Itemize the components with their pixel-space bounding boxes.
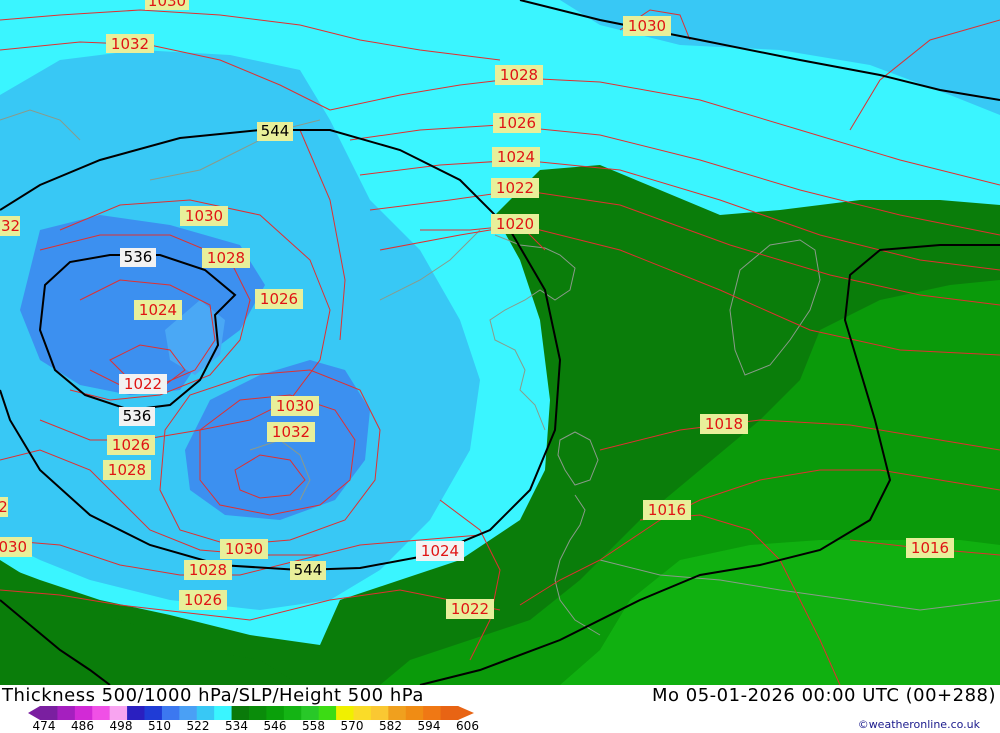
legend-tick-label: 510 [148, 719, 171, 733]
legend-tick-label: 522 [186, 719, 210, 733]
legend-swatch [109, 706, 128, 720]
slp-label: 1030 [0, 538, 27, 556]
legend-swatch [318, 706, 337, 720]
slp-label: 1028 [207, 249, 245, 267]
slp-label: 1026 [260, 290, 298, 308]
height-label: 536 [123, 407, 152, 425]
slp-label: 1030 [148, 0, 186, 10]
map-title-bar: Thickness 500/1000 hPa/SLP/Height 500 hP… [0, 685, 1000, 707]
color-legend: 474 486 498 510 522 534 546 558 570 582 594 606 ©we… [0, 705, 1000, 733]
legend-right-arrow [458, 706, 474, 720]
legend-swatch [370, 706, 389, 720]
legend-swatch [266, 706, 285, 720]
slp-label: 1032 [111, 35, 149, 53]
height-label: 544 [261, 122, 290, 140]
legend-swatch [57, 706, 76, 720]
slp-label: 1030 [185, 207, 223, 225]
height-label: 544 [294, 561, 323, 579]
slp-label: 1030 [628, 17, 666, 35]
slp-label: 1026 [498, 114, 536, 132]
legend-swatch [127, 706, 145, 720]
slp-label: 1022 [124, 375, 162, 393]
slp-label: 1026 [112, 436, 150, 454]
product-title: Thickness 500/1000 hPa/SLP/Height 500 hP… [2, 685, 424, 706]
valid-time: Mo 05-01-2026 00:00 UTC (00+288) [652, 685, 996, 706]
legend-tick-label: 558 [302, 719, 325, 733]
legend-tick-label: 594 [417, 719, 441, 733]
slp-label: 1022 [451, 600, 489, 618]
legend-swatch [440, 706, 459, 720]
legend-swatch [336, 706, 354, 720]
legend-left-arrow [28, 706, 40, 720]
legend-tick-label: 582 [379, 719, 402, 733]
slp-label: 2 [0, 498, 8, 516]
slp-label: 1032 [272, 423, 310, 441]
slp-label: 1030 [276, 397, 314, 415]
legend-swatch [74, 706, 93, 720]
slp-label: 1020 [496, 215, 534, 233]
legend-swatch [161, 706, 180, 720]
legend-tick-label: 486 [71, 719, 94, 733]
legend-swatch [353, 706, 372, 720]
slp-label: 1028 [189, 561, 227, 579]
thickness-map: 1030 1032 1030 1028 1026 1024 1022 1020 … [0, 0, 1000, 685]
legend-swatch [249, 706, 267, 720]
legend-swatch [388, 706, 407, 720]
slp-label: 1030 [225, 540, 263, 558]
legend-swatch [283, 706, 302, 720]
legend-tick-label: 570 [340, 719, 364, 733]
credit-text: ©weatheronline.co.uk [857, 718, 980, 731]
legend-tick-label: 498 [109, 719, 133, 733]
slp-label: 1024 [497, 148, 535, 166]
slp-label: 1018 [705, 415, 743, 433]
legend-swatch [231, 706, 250, 720]
slp-label: 1016 [911, 539, 949, 557]
legend-swatch [144, 706, 163, 720]
slp-label: 1016 [648, 501, 686, 519]
slp-label: 1028 [108, 461, 146, 479]
legend-swatch [301, 706, 320, 720]
slp-label: 1028 [500, 66, 538, 84]
legend-swatch [214, 706, 233, 720]
legend-tick-label: 474 [32, 719, 56, 733]
legend-swatch [196, 706, 215, 720]
height-label: 536 [124, 248, 153, 266]
legend-swatch [423, 706, 442, 720]
legend-tick-label: 534 [225, 719, 248, 733]
weather-map-panel: 1030 1032 1030 1028 1026 1024 1022 1020 … [0, 0, 1000, 733]
slp-label: 1032 [0, 217, 20, 235]
legend-swatch [179, 706, 198, 720]
slp-label: 1022 [496, 179, 534, 197]
legend-tick-label: 606 [456, 719, 479, 733]
legend-tick-label: 546 [263, 719, 287, 733]
slp-label: 1024 [139, 301, 177, 319]
legend-swatch [405, 706, 424, 720]
slp-label: 1026 [184, 591, 222, 609]
slp-label: 1024 [421, 542, 459, 560]
legend-swatch [40, 706, 58, 720]
legend-swatch [92, 706, 111, 720]
